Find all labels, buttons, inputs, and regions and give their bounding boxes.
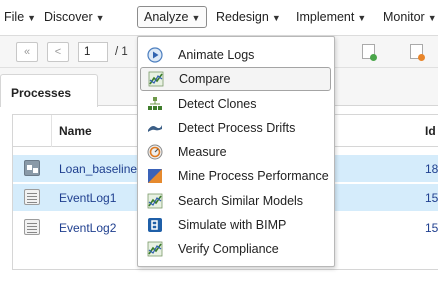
menu-item-label: Simulate with BIMP <box>178 218 287 232</box>
search-models-icon <box>147 193 163 209</box>
menu-item-label: Detect Clones <box>178 97 257 111</box>
process-model-icon <box>24 160 40 176</box>
menu-analyze[interactable]: Analyze ▼ <box>137 6 208 28</box>
measure-gauge-icon <box>147 144 163 160</box>
menu-redesign[interactable]: Redesign ▼ <box>216 10 281 24</box>
menu-item-simulate-with-bimp[interactable]: Simulate with BIMP <box>138 213 334 237</box>
menu-discover[interactable]: Discover ▼ <box>44 10 105 24</box>
menu-item-search-similar-models[interactable]: Search Similar Models <box>138 189 334 213</box>
column-divider <box>51 115 52 147</box>
menu-implement-label: Implement <box>296 10 355 24</box>
clone-tree-icon <box>148 97 162 110</box>
menu-discover-label: Discover <box>44 10 93 24</box>
menu-item-mine-process-performance[interactable]: Mine Process Performance <box>138 164 334 188</box>
menu-redesign-label: Redesign <box>216 10 269 24</box>
row-name: EventLog1 <box>59 191 117 205</box>
menu-file-label: File <box>4 10 25 24</box>
menu-item-label: Detect Process Drifts <box>178 121 296 135</box>
page-number-input[interactable] <box>78 42 108 62</box>
row-name: EventLog2 <box>59 221 117 235</box>
export-document-icon[interactable] <box>410 44 425 61</box>
menu-monitor-label: Monitor <box>383 10 425 24</box>
play-circle-icon <box>147 47 163 63</box>
menu-item-compare[interactable]: Compare <box>140 67 331 91</box>
menu-item-label: Animate Logs <box>178 48 255 62</box>
row-id: 180 <box>425 162 438 176</box>
compare-chart-icon <box>148 71 164 87</box>
menu-monitor[interactable]: Monitor ▼ <box>383 10 437 24</box>
column-header-id[interactable]: Id <box>425 124 436 138</box>
menu-file[interactable]: File ▼ <box>4 10 36 24</box>
row-id: 158 <box>425 191 438 205</box>
new-document-icon[interactable] <box>362 44 377 61</box>
menu-item-verify-compliance[interactable]: Verify Compliance <box>138 237 334 261</box>
event-log-icon <box>24 219 40 235</box>
menu-item-label: Mine Process Performance <box>178 169 329 183</box>
performance-icon <box>148 169 162 183</box>
row-id: 159 <box>425 221 438 235</box>
menu-item-measure[interactable]: Measure <box>138 140 334 164</box>
chevron-down-icon: ▼ <box>271 13 281 23</box>
column-header-name[interactable]: Name <box>59 124 92 138</box>
prev-page-button[interactable]: < <box>47 42 69 62</box>
chevron-down-icon: ▼ <box>357 13 367 23</box>
drift-icon <box>148 125 162 132</box>
menu-item-label: Verify Compliance <box>178 242 279 256</box>
menu-item-detect-clones[interactable]: Detect Clones <box>138 92 334 116</box>
menu-item-animate-logs[interactable]: Animate Logs <box>138 43 334 67</box>
chevron-down-icon: ▼ <box>27 13 37 23</box>
menu-analyze-label: Analyze <box>144 10 189 24</box>
menu-item-detect-process-drifts[interactable]: Detect Process Drifts <box>138 116 334 140</box>
menu-item-label: Search Similar Models <box>178 194 304 208</box>
menu-implement[interactable]: Implement ▼ <box>296 10 366 24</box>
first-page-button[interactable]: « <box>16 42 38 62</box>
event-log-icon <box>24 189 40 205</box>
chevron-down-icon: ▼ <box>427 13 437 23</box>
menu-item-label: Compare <box>179 72 231 86</box>
chevron-down-icon: ▼ <box>191 13 201 23</box>
menu-bar: File ▼ Discover ▼ Analyze ▼ Redesign ▼ Imple… <box>0 0 438 36</box>
row-name: Loan_baseline <box>59 162 138 176</box>
page-total-label: / 1 <box>115 46 128 58</box>
bimp-icon <box>148 218 162 232</box>
verify-icon <box>147 241 163 257</box>
analyze-dropdown-menu: Animate Logs Compare Detect Clones Detec… <box>137 36 335 267</box>
tab-processes[interactable]: Processes <box>0 74 98 107</box>
menu-item-label: Measure <box>178 145 227 159</box>
chevron-down-icon: ▼ <box>95 13 105 23</box>
